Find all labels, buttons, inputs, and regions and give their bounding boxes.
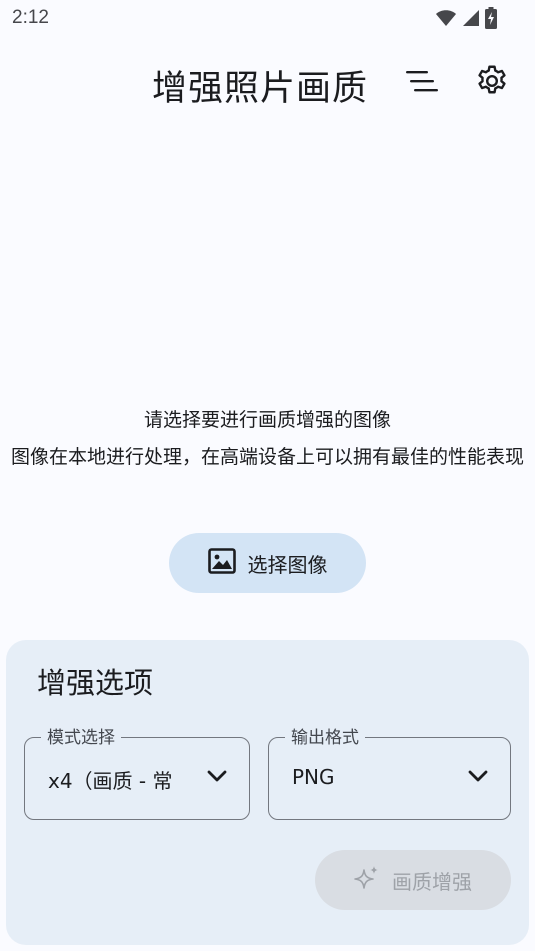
sort-button[interactable] [398, 59, 446, 107]
status-time: 2:12 [12, 7, 49, 28]
top-app-bar: 增强照片画质 [0, 50, 535, 116]
enhance-options-card: 增强选项 模式选择 x4（画质 - 常 输出格式 PNG 画质增强 [6, 640, 529, 945]
format-select[interactable]: 输出格式 PNG [268, 723, 511, 820]
status-icons [435, 7, 497, 29]
page-title: 增强照片画质 [152, 69, 369, 109]
select-image-label: 选择图像 [247, 552, 328, 577]
format-select-value: PNG [292, 765, 335, 789]
sparkle-icon [354, 865, 380, 895]
cellular-signal-icon [461, 8, 481, 28]
chevron-down-icon [207, 768, 227, 787]
mode-select-value: x4（画质 - 常 [48, 769, 173, 793]
mode-select-label: 模式选择 [41, 723, 121, 748]
enhance-button-label: 画质增强 [392, 869, 472, 894]
options-title: 增强选项 [37, 666, 154, 700]
enhance-button[interactable]: 画质增强 [315, 850, 511, 910]
gear-icon [474, 63, 510, 103]
format-select-label: 输出格式 [285, 723, 365, 748]
prompt-description: 图像在本地进行处理，在高端设备上可以拥有最佳的性能表现 [10, 446, 524, 468]
status-bar: 2:12 [0, 0, 535, 36]
settings-button[interactable] [468, 59, 516, 107]
prompt-title: 请选择要进行画质增强的图像 [143, 409, 391, 431]
chevron-down-icon [468, 768, 488, 787]
wifi-icon [435, 8, 457, 28]
battery-charging-icon [485, 7, 497, 29]
image-icon [207, 548, 236, 578]
select-image-button[interactable]: 选择图像 [169, 533, 366, 593]
sort-icon [405, 69, 439, 97]
mode-select[interactable]: 模式选择 x4（画质 - 常 [24, 723, 250, 820]
